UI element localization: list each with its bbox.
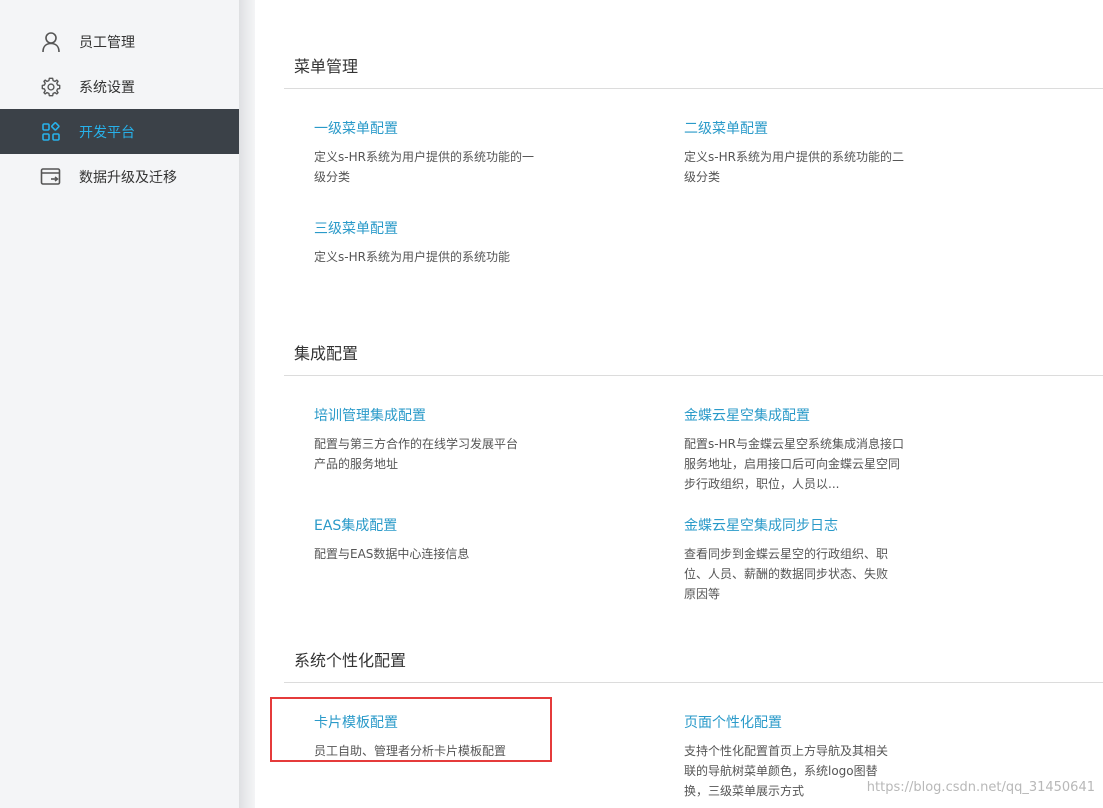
sidebar-divider	[239, 0, 255, 808]
card-description: 定义s-HR系统为用户提供的系统功能的二级分类	[684, 150, 904, 184]
section-title-personalization: 系统个性化配置	[294, 651, 407, 670]
user-icon	[40, 31, 62, 53]
section-divider	[284, 375, 1103, 376]
window-export-icon	[40, 166, 62, 188]
sidebar-item-employee-management[interactable]: 员工管理	[0, 19, 239, 64]
card-title-link[interactable]: 三级菜单配置	[314, 219, 544, 239]
card-description: 定义s-HR系统为用户提供的系统功能的一级分类	[314, 150, 534, 184]
section-divider	[284, 682, 1103, 683]
card-description: 查看同步到金蝶云星空的行政组织、职位、人员、薪酬的数据同步状态、失败原因等	[684, 547, 889, 601]
card-menu-level-3: 三级菜单配置 定义s-HR系统为用户提供的系统功能	[314, 219, 544, 267]
sidebar-item-label: 系统设置	[79, 79, 135, 96]
gear-icon	[40, 76, 62, 98]
sidebar-item-system-settings[interactable]: 系统设置	[0, 64, 239, 109]
card-description: 配置与第三方合作的在线学习发展平台产品的服务地址	[314, 437, 519, 471]
sidebar-item-label: 数据升级及迁移	[79, 169, 177, 186]
card-title-link[interactable]: 二级菜单配置	[684, 119, 914, 139]
card-title-link[interactable]: 金蝶云星空集成同步日志	[684, 516, 914, 536]
section-title-menu-management: 菜单管理	[294, 57, 359, 76]
highlight-annotation-box	[270, 697, 552, 762]
card-description: 配置s-HR与金蝶云星空系统集成消息接口服务地址，启用接口后可向金蝶云星空同步行…	[684, 437, 904, 491]
card-kingdee-cloud-integration: 金蝶云星空集成配置 配置s-HR与金蝶云星空系统集成消息接口服务地址，启用接口后…	[684, 406, 914, 494]
section-divider	[284, 88, 1103, 89]
apps-grid-icon	[40, 121, 62, 143]
card-eas-integration: EAS集成配置 配置与EAS数据中心连接信息	[314, 516, 544, 564]
card-title-link[interactable]: 金蝶云星空集成配置	[684, 406, 914, 426]
card-title-link[interactable]: 一级菜单配置	[314, 119, 544, 139]
section-title-integration-config: 集成配置	[294, 344, 359, 363]
card-title-link[interactable]: 页面个性化配置	[684, 713, 914, 733]
sidebar: 员工管理 系统设置 开发平台 数据升级及迁移	[0, 0, 239, 808]
card-description: 配置与EAS数据中心连接信息	[314, 547, 470, 561]
card-description: 定义s-HR系统为用户提供的系统功能	[314, 250, 510, 264]
card-title-link[interactable]: EAS集成配置	[314, 516, 544, 536]
sidebar-item-label: 员工管理	[79, 34, 135, 51]
card-title-link[interactable]: 培训管理集成配置	[314, 406, 544, 426]
card-menu-level-1: 一级菜单配置 定义s-HR系统为用户提供的系统功能的一级分类	[314, 119, 544, 187]
sidebar-item-dev-platform[interactable]: 开发平台	[0, 109, 239, 154]
card-menu-level-2: 二级菜单配置 定义s-HR系统为用户提供的系统功能的二级分类	[684, 119, 914, 187]
sidebar-item-data-migration[interactable]: 数据升级及迁移	[0, 154, 239, 199]
watermark-text: https://blog.csdn.net/qq_31450641	[866, 780, 1095, 795]
card-training-integration: 培训管理集成配置 配置与第三方合作的在线学习发展平台产品的服务地址	[314, 406, 544, 474]
card-kingdee-sync-log: 金蝶云星空集成同步日志 查看同步到金蝶云星空的行政组织、职位、人员、薪酬的数据同…	[684, 516, 914, 604]
sidebar-item-label: 开发平台	[79, 124, 135, 141]
